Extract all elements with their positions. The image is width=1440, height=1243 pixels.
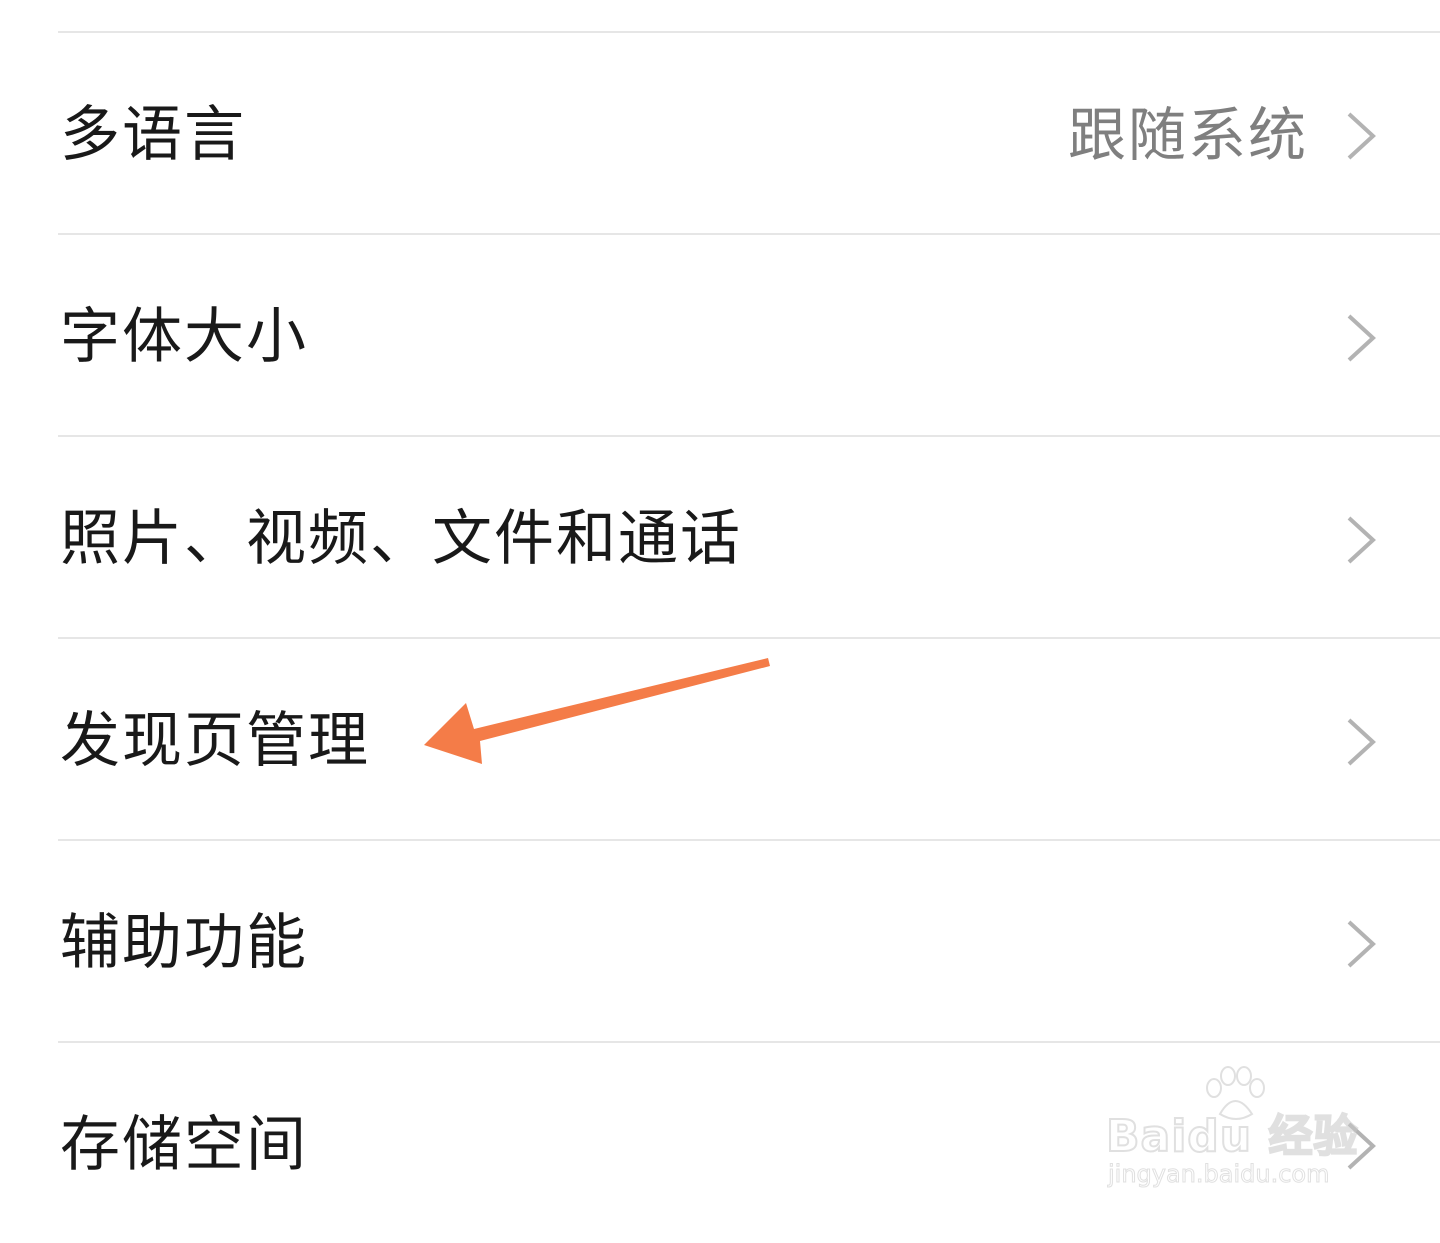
chevron-right-icon bbox=[1347, 112, 1376, 160]
setting-row-font-size[interactable]: 字体大小 bbox=[0, 235, 1440, 435]
setting-label: 发现页管理 bbox=[60, 706, 370, 776]
setting-label: 照片、视频、文件和通话 bbox=[60, 504, 742, 574]
setting-row-discover-management[interactable]: 发现页管理 bbox=[0, 639, 1440, 839]
chevron-right-icon bbox=[1347, 718, 1376, 766]
setting-row-accessibility[interactable]: 辅助功能 bbox=[0, 841, 1440, 1041]
chevron-right-icon bbox=[1347, 920, 1376, 968]
setting-label: 辅助功能 bbox=[60, 908, 308, 978]
setting-value: 跟随系统 bbox=[1067, 101, 1308, 169]
setting-row-language[interactable]: 多语言 跟随系统 bbox=[0, 33, 1440, 233]
settings-list: 多语言 跟随系统 字体大小 照片、视频、文件和通话 发现页管理 辅助功能 存储空… bbox=[0, 0, 1440, 1224]
setting-label: 存储空间 bbox=[60, 1110, 308, 1180]
watermark-url: jingyan.baidu.com bbox=[1107, 1160, 1330, 1189]
chevron-right-icon bbox=[1347, 516, 1376, 564]
setting-row-media-calls[interactable]: 照片、视频、文件和通话 bbox=[0, 437, 1440, 637]
setting-label: 字体大小 bbox=[60, 302, 308, 372]
watermark: Baidu 经验 jingyan.baidu.com bbox=[1100, 1066, 1380, 1196]
watermark-logo: Baidu 经验 bbox=[1105, 1110, 1359, 1163]
setting-label: 多语言 bbox=[60, 100, 246, 170]
chevron-right-icon bbox=[1347, 314, 1376, 362]
